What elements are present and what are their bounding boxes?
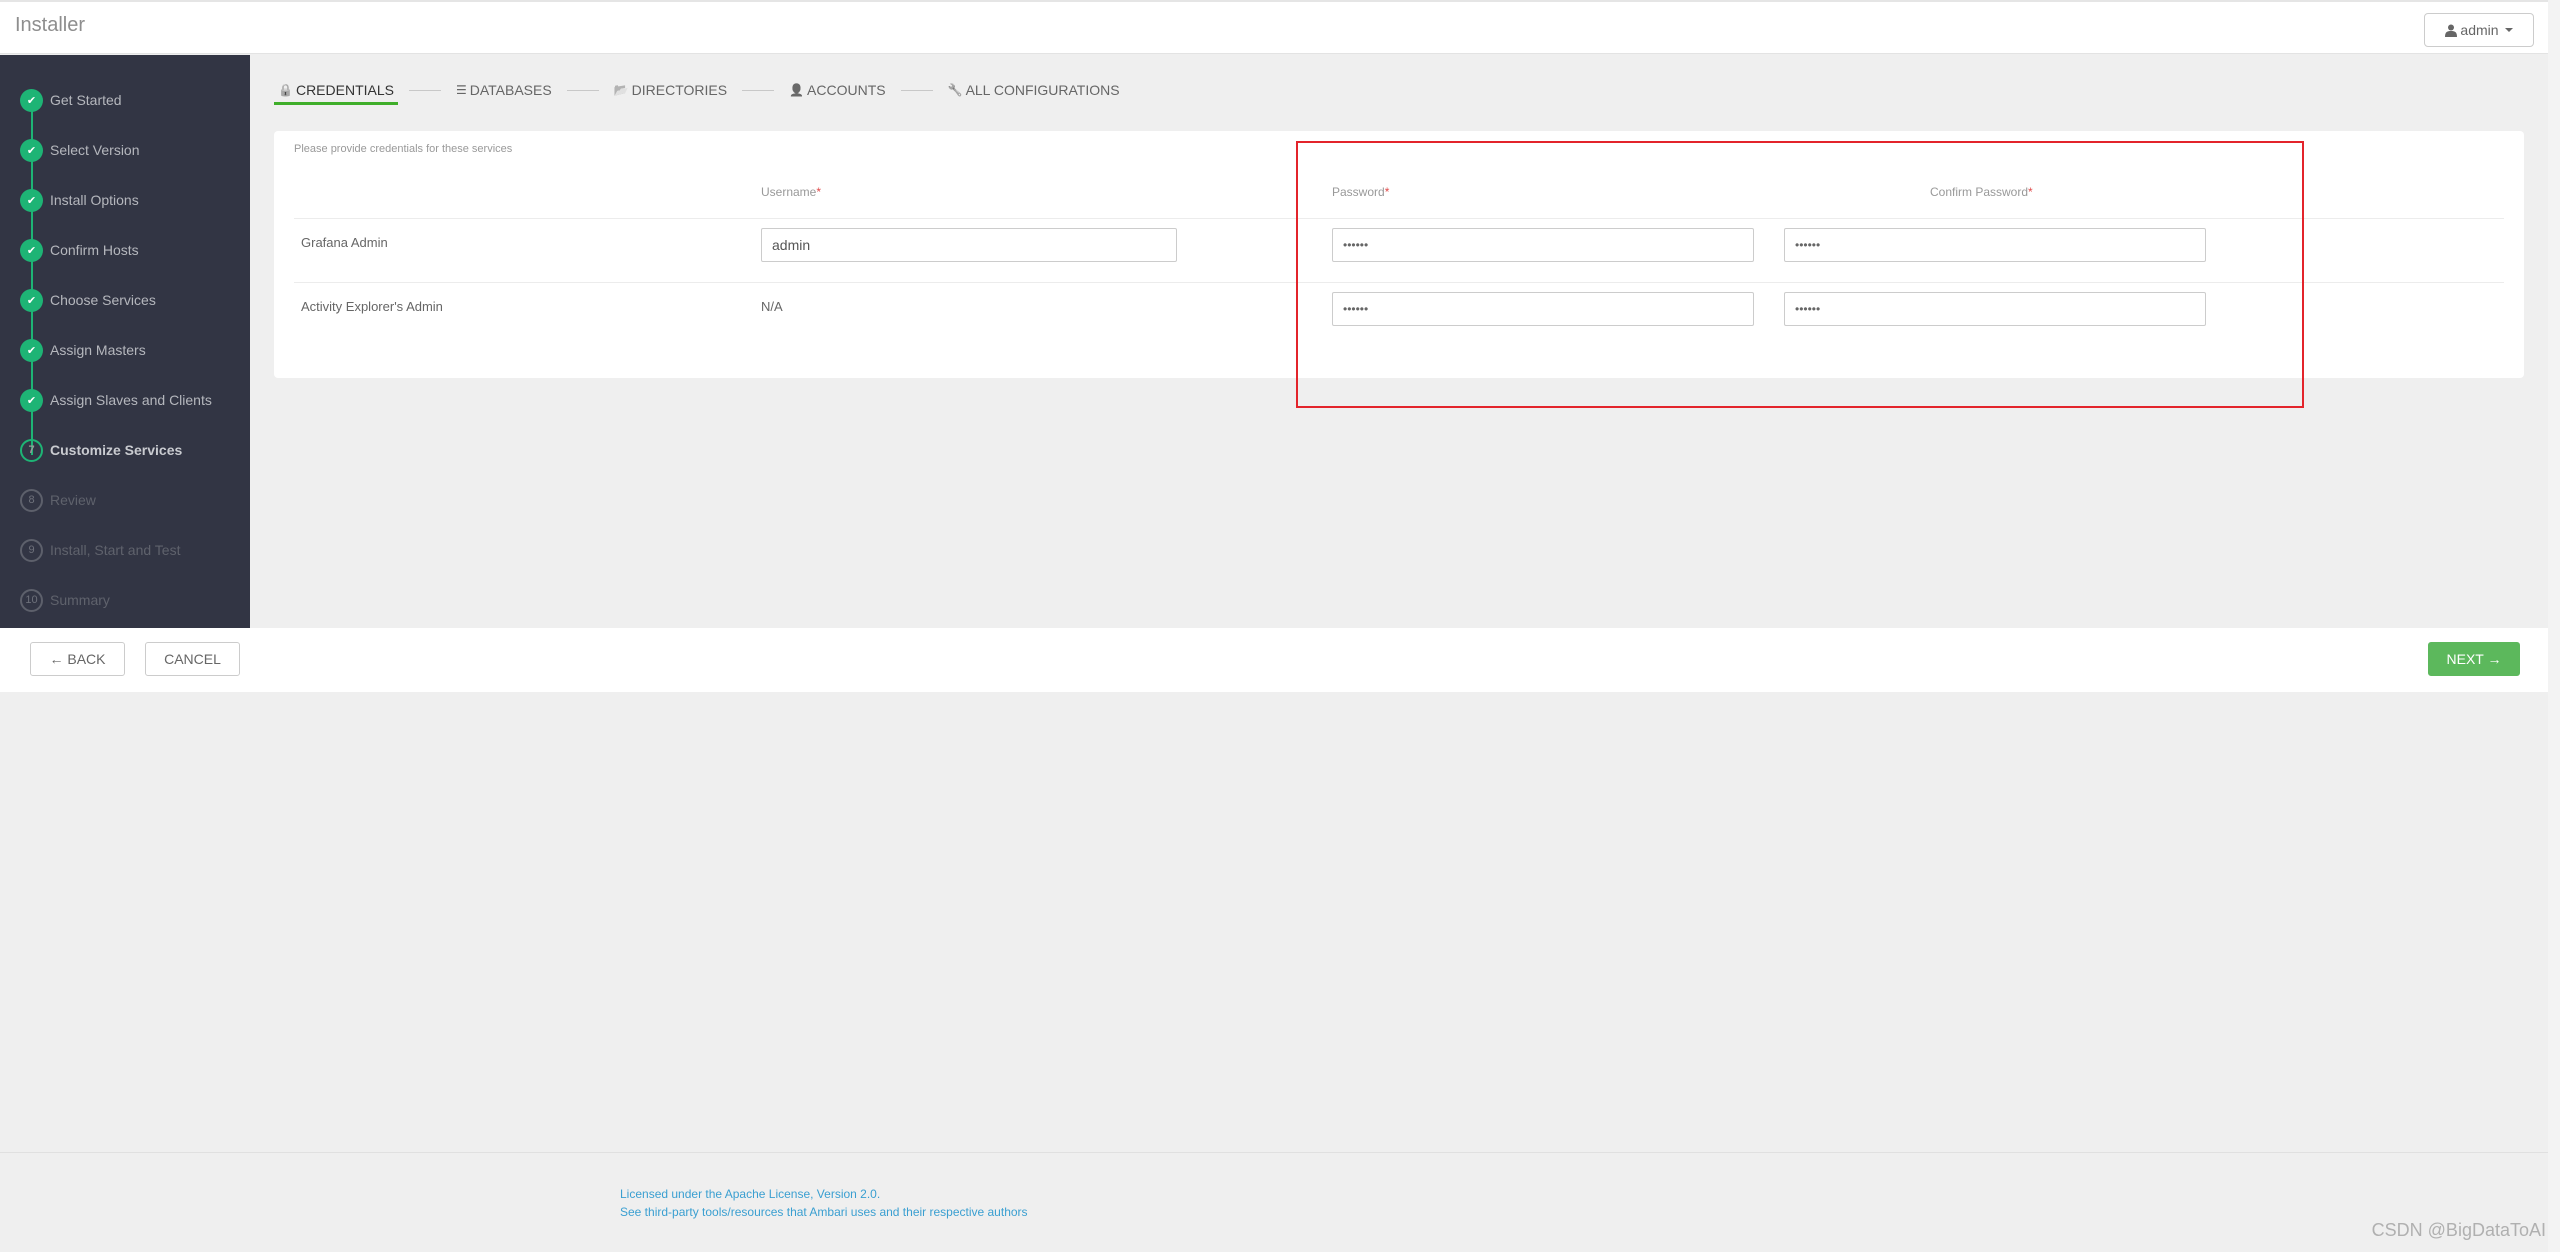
- wizard-step-label: Install, Start and Test: [50, 542, 181, 558]
- wizard-step-label: Install Options: [50, 192, 139, 208]
- required-marker: *: [2028, 185, 2033, 199]
- activity-explorer-username-value: N/A: [761, 299, 783, 314]
- tab-credentials[interactable]: 🔒 CREDENTIALS: [274, 75, 398, 105]
- database-icon: ☰: [455, 83, 467, 97]
- credentials-hint: Please provide credentials for these ser…: [294, 143, 513, 155]
- check-icon: ✔: [20, 238, 43, 262]
- row-divider: [294, 218, 2504, 219]
- tab-label: ALL CONFIGURATIONS: [965, 82, 1120, 98]
- apache-license-link[interactable]: Licensed under the Apache License, Versi…: [620, 1185, 1028, 1203]
- tab-label: ACCOUNTS: [807, 82, 886, 98]
- wizard-step[interactable]: ✔ Assign Slaves and Clients: [20, 388, 212, 412]
- credentials-panel: Please provide credentials for these ser…: [274, 131, 2524, 378]
- tab-label: DIRECTORIES: [631, 82, 728, 98]
- wizard-step-label: Assign Masters: [50, 342, 146, 358]
- check-icon: ✔: [20, 138, 43, 162]
- wizard-step[interactable]: ✔ Assign Masters: [20, 338, 146, 362]
- wizard-step: 8 Review: [20, 488, 96, 512]
- wizard-action-bar: ← BACK CANCEL NEXT →: [0, 628, 2548, 692]
- wizard-step-label: Select Version: [50, 142, 140, 158]
- wrench-icon: 🔧: [947, 83, 963, 97]
- step-number-badge: 8: [20, 488, 43, 512]
- tab-separator: [900, 89, 933, 91]
- tab-all-configurations[interactable]: 🔧 ALL CONFIGURATIONS: [944, 75, 1124, 105]
- activity-explorer-confirm-password-input[interactable]: ••••••: [1784, 292, 2206, 326]
- grafana-confirm-password-input[interactable]: ••••••: [1784, 228, 2206, 262]
- tab-separator: [742, 89, 775, 91]
- scrollbar-track[interactable]: [2548, 0, 2560, 1252]
- user-icon: [2445, 24, 2458, 37]
- wizard-step[interactable]: ✔ Confirm Hosts: [20, 238, 139, 262]
- page-footer: Licensed under the Apache License, Versi…: [620, 1185, 1028, 1221]
- row-divider: [294, 282, 2504, 283]
- password-column-header: Password*: [1332, 185, 1390, 199]
- user-menu-label: admin: [2460, 22, 2499, 38]
- step-number-badge: 9: [20, 538, 43, 562]
- lock-icon: 🔒: [278, 83, 293, 97]
- wizard-step[interactable]: ✔ Get Started: [20, 88, 122, 112]
- top-navbar: Installer admin: [0, 0, 2548, 54]
- username-column-header: Username*: [761, 185, 822, 199]
- wizard-step-label: Customize Services: [50, 442, 183, 458]
- grafana-username-input[interactable]: admin: [761, 228, 1177, 262]
- required-marker: *: [1384, 185, 1390, 199]
- wizard-step: 10 Summary: [20, 588, 110, 612]
- tab-databases[interactable]: ☰ DATABASES: [452, 75, 556, 105]
- wizard-step[interactable]: ✔ Select Version: [20, 138, 140, 162]
- back-button[interactable]: ← BACK: [30, 642, 125, 676]
- third-party-link[interactable]: See third-party tools/resources that Amb…: [620, 1203, 1028, 1221]
- next-button[interactable]: NEXT →: [2428, 642, 2520, 676]
- folder-open-icon: 📂: [613, 83, 629, 97]
- check-icon: ✔: [20, 388, 43, 412]
- step-number-badge: 7: [20, 438, 43, 462]
- wizard-step-label: Get Started: [50, 92, 122, 108]
- tab-separator: [408, 89, 441, 91]
- confirm-password-column-header: Confirm Password*: [1930, 185, 2033, 199]
- tab-accounts[interactable]: 👤 ACCOUNTS: [785, 75, 890, 105]
- check-icon: ✔: [20, 188, 43, 212]
- check-icon: ✔: [20, 88, 43, 112]
- service-name-grafana-admin: Grafana Admin: [301, 235, 388, 250]
- caret-down-icon: [2504, 28, 2513, 32]
- wizard-step-label: Confirm Hosts: [50, 242, 139, 258]
- wizard-step[interactable]: ✔ Choose Services: [20, 288, 156, 312]
- wizard-step: 9 Install, Start and Test: [20, 538, 180, 562]
- config-tabs: 🔒 CREDENTIALS ☰ DATABASES 📂 DIRECTORIES 👤 ACCOU…: [274, 75, 1124, 105]
- wizard-step[interactable]: 7 Customize Services: [20, 438, 182, 462]
- tab-label: DATABASES: [469, 82, 552, 98]
- tab-directories[interactable]: 📂 DIRECTORIES: [610, 75, 731, 105]
- activity-explorer-password-input[interactable]: ••••••: [1332, 292, 1754, 326]
- app-title: Installer: [15, 14, 86, 36]
- step-number-badge: 10: [20, 588, 43, 612]
- user-menu-button[interactable]: admin: [2424, 13, 2534, 47]
- grafana-password-input[interactable]: ••••••: [1332, 228, 1754, 262]
- check-icon: ✔: [20, 288, 43, 312]
- wizard-steps-sidebar: ✔ Get Started ✔ Select Version ✔ Install Opti…: [0, 55, 250, 628]
- wizard-step-label: Summary: [50, 592, 110, 608]
- cancel-button[interactable]: CANCEL: [145, 642, 240, 676]
- wizard-step-label: Choose Services: [50, 292, 156, 308]
- service-name-activity-explorer-admin: Activity Explorer's Admin: [301, 299, 443, 314]
- tab-label: CREDENTIALS: [295, 82, 394, 98]
- tab-separator: [566, 89, 599, 91]
- wizard-step[interactable]: ✔ Install Options: [20, 188, 139, 212]
- watermark: CSDN @BigDataToAI: [2371, 1220, 2546, 1240]
- footer-divider: [0, 1152, 2548, 1153]
- check-icon: ✔: [20, 338, 43, 362]
- user-icon: 👤: [789, 83, 805, 97]
- main-content: 🔒 CREDENTIALS ☰ DATABASES 📂 DIRECTORIES 👤 ACCOU…: [250, 55, 2548, 628]
- wizard-step-label: Assign Slaves and Clients: [50, 392, 212, 408]
- wizard-step-label: Review: [50, 492, 96, 508]
- required-marker: *: [816, 185, 822, 199]
